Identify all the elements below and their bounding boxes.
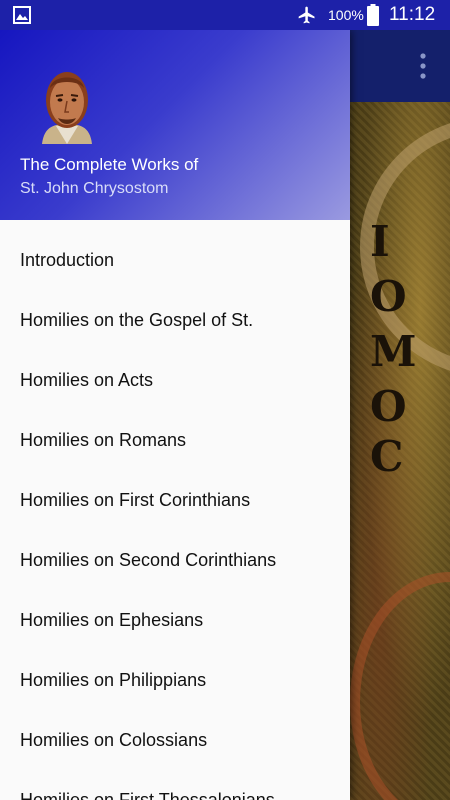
mosaic-letter: Μ <box>370 327 417 376</box>
menu-item-acts[interactable]: Homilies on Acts <box>0 350 350 410</box>
overflow-menu-icon[interactable] <box>413 49 433 83</box>
drawer-title: The Complete Works of <box>20 155 199 174</box>
menu-item-introduction[interactable]: Introduction <box>0 230 350 290</box>
battery-percentage: 100% <box>328 7 364 23</box>
drawer-menu-list: Introduction Homilies on the Gospel of S… <box>0 230 350 800</box>
mosaic-arc <box>350 572 450 800</box>
menu-item-first-thessalonians[interactable]: Homilies on First Thessalonians <box>0 770 350 800</box>
status-bar: 100% 11:12 <box>0 0 450 30</box>
battery-icon <box>367 4 379 26</box>
clock: 11:12 <box>389 4 436 25</box>
mosaic-background-image: Ι Ο Μ Ο Ϲ <box>350 102 450 800</box>
drawer-header: The Complete Works of St. John Chrysosto… <box>0 30 350 220</box>
mosaic-letter: Ο <box>370 382 407 431</box>
menu-item-second-corinthians[interactable]: Homilies on Second Corinthians <box>0 530 350 590</box>
navigation-drawer: The Complete Works of St. John Chrysosto… <box>0 30 350 800</box>
menu-item-ephesians[interactable]: Homilies on Ephesians <box>0 590 350 650</box>
saint-portrait-icon <box>42 72 92 144</box>
mosaic-letter: Ϲ <box>370 432 404 481</box>
menu-item-romans[interactable]: Homilies on Romans <box>0 410 350 470</box>
menu-item-philippians[interactable]: Homilies on Philippians <box>0 650 350 710</box>
menu-item-gospel-homilies[interactable]: Homilies on the Gospel of St. <box>0 290 350 350</box>
mosaic-letter: Ο <box>370 272 407 321</box>
menu-item-colossians[interactable]: Homilies on Colossians <box>0 710 350 770</box>
mosaic-letter: Ι <box>370 217 390 266</box>
menu-item-first-corinthians[interactable]: Homilies on First Corinthians <box>0 470 350 530</box>
drawer-subtitle: St. John Chrysostom <box>20 180 169 197</box>
image-notification-icon <box>13 6 31 24</box>
airplane-mode-icon <box>298 6 315 24</box>
